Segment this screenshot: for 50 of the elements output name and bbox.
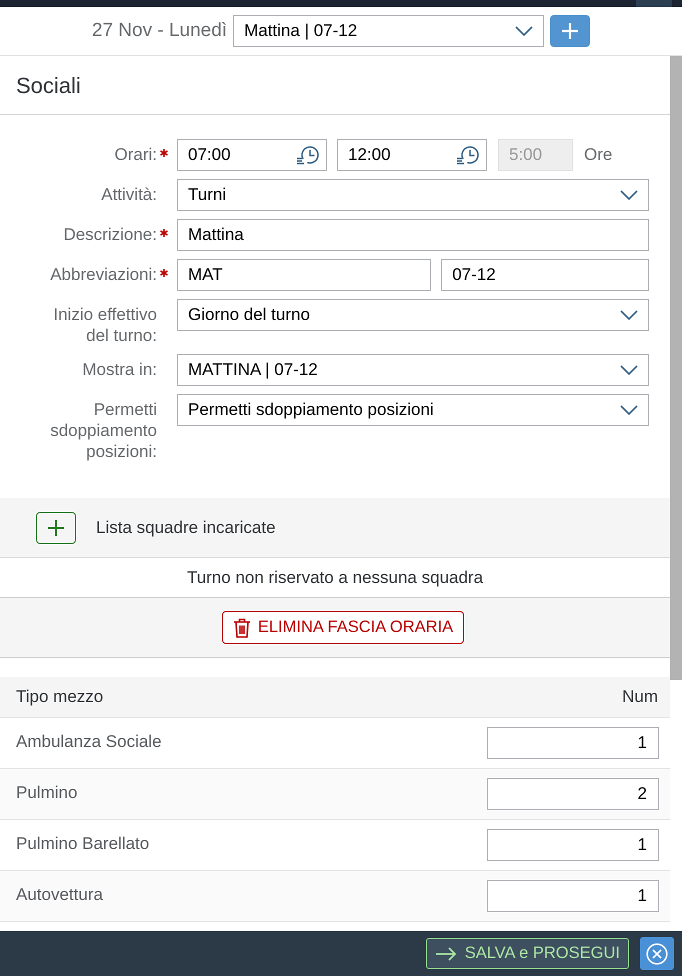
empty-message: Turno non riservato a nessuna squadra xyxy=(186,566,484,589)
clock-icon xyxy=(296,144,320,166)
save-continue-button[interactable]: SALVA e PROSEGUI xyxy=(426,938,629,969)
time-field[interactable]: 07:00 xyxy=(177,139,327,171)
add-button[interactable] xyxy=(550,15,590,47)
time-field[interactable]: 12:00 xyxy=(337,139,487,171)
number-field[interactable]: 2 xyxy=(487,778,659,810)
chevron-down-icon xyxy=(620,190,638,200)
vehicle-type-cell-text: Ambulanza Sociale xyxy=(16,731,162,752)
field-label: Descrizione: xyxy=(63,224,157,245)
panel-title: Sociali xyxy=(0,56,670,115)
number-field[interactable]: 1 xyxy=(487,727,659,759)
field-label: Mostra in: xyxy=(82,359,157,380)
trash-icon xyxy=(232,618,251,638)
unit-label: Ore xyxy=(584,144,612,166)
chevron-down-icon xyxy=(515,26,534,36)
field-label: Permetti sdoppiamento posizioni: xyxy=(49,399,157,462)
vehicle-type-cell-text: Pulmino Barellato xyxy=(16,833,150,854)
plus-icon xyxy=(47,518,65,536)
field-label: Attività: xyxy=(101,184,157,205)
text-field[interactable]: MAT xyxy=(177,259,432,291)
dropdown[interactable]: Turni xyxy=(177,179,649,211)
scrollbar-thumb[interactable] xyxy=(670,56,682,680)
dropdown[interactable]: Giorno del turno xyxy=(177,299,649,331)
number-field[interactable]: 1 xyxy=(487,829,659,861)
field-label: Inizio effettivo del turno: xyxy=(52,304,157,346)
number-field[interactable]: 1 xyxy=(487,880,659,912)
column-header: Tipo mezzo xyxy=(16,686,104,708)
close-icon xyxy=(646,942,668,964)
vehicle-type-cell-text: Autovettura xyxy=(16,884,103,905)
arrow-right-icon xyxy=(434,946,457,960)
clock-icon xyxy=(456,144,480,166)
text-field[interactable]: 07-12 xyxy=(441,259,649,291)
field-label: Abbreviazioni: xyxy=(50,264,157,285)
delete-button[interactable]: ELIMINA FASCIA ORARIA xyxy=(222,611,464,644)
shift-dropdown[interactable]: Mattina | 07-12 xyxy=(233,15,544,47)
dropdown[interactable]: Permetti sdoppiamento posizioni xyxy=(177,394,649,426)
chevron-down-icon xyxy=(620,310,638,320)
plus-icon xyxy=(561,22,580,40)
vehicle-type-cell-text: Pulmino xyxy=(16,782,78,803)
add-team-button[interactable] xyxy=(36,512,76,544)
column-header: Num xyxy=(622,686,658,708)
text-field[interactable]: Mattina xyxy=(177,219,649,251)
chevron-down-icon xyxy=(620,405,638,415)
chevron-down-icon xyxy=(620,365,638,375)
field-label: Orari: xyxy=(114,144,157,165)
close-button[interactable] xyxy=(640,937,674,970)
date-label: 27 Nov - Lunedì xyxy=(92,18,228,43)
dropdown[interactable]: MATTINA | 07-12 xyxy=(177,354,649,386)
section-title: Lista squadre incaricate xyxy=(96,516,276,539)
